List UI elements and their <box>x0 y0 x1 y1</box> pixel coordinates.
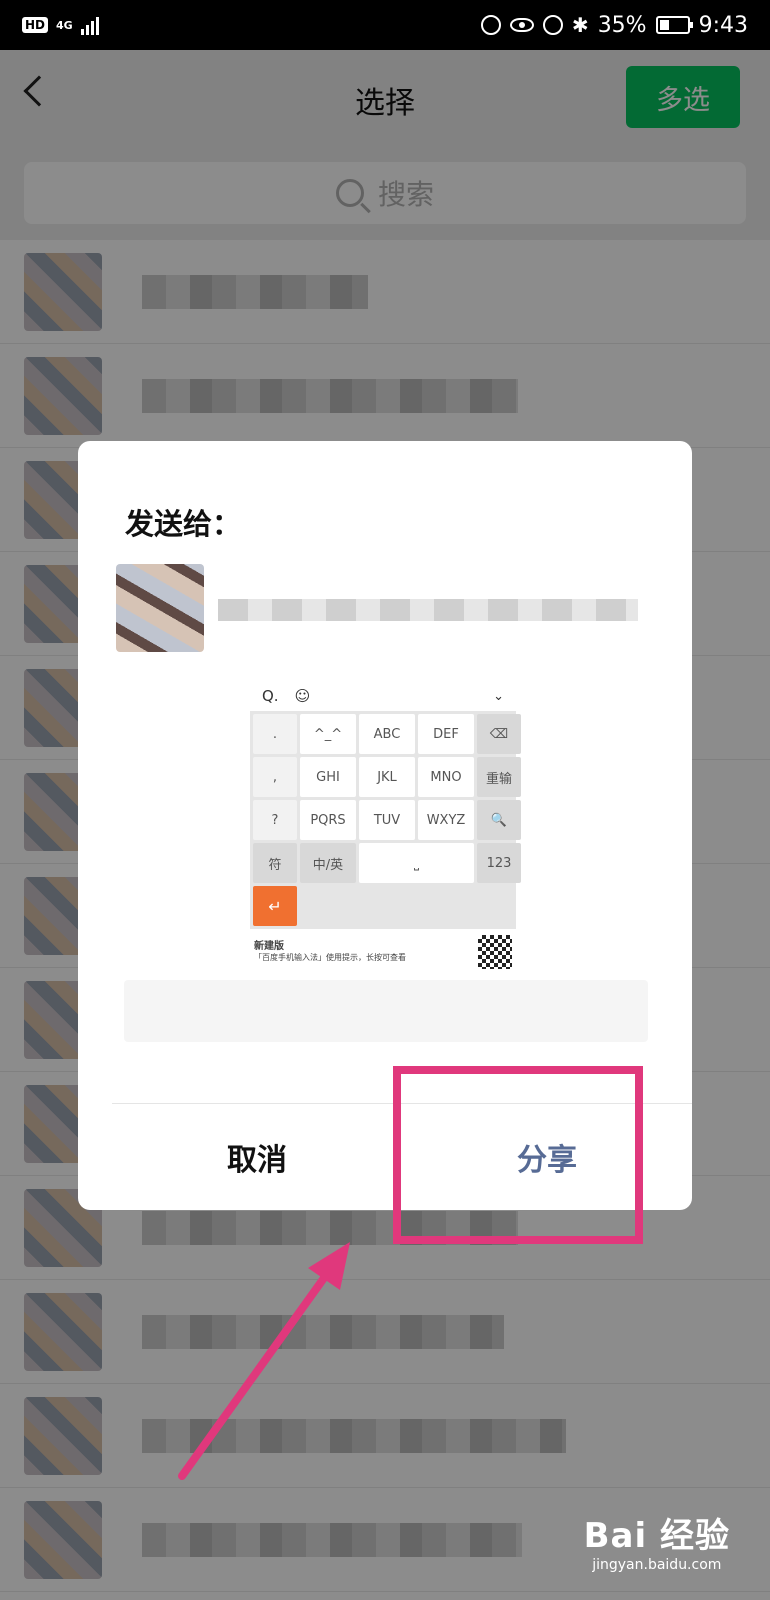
pointer-arrow <box>178 1242 350 1480</box>
watermark: Bai 经验 jingyan.baidu.com <box>584 1508 730 1573</box>
watermark-logo: Bai 经验 <box>583 1516 730 1556</box>
watermark-url: jingyan.baidu.com <box>592 1557 722 1573</box>
